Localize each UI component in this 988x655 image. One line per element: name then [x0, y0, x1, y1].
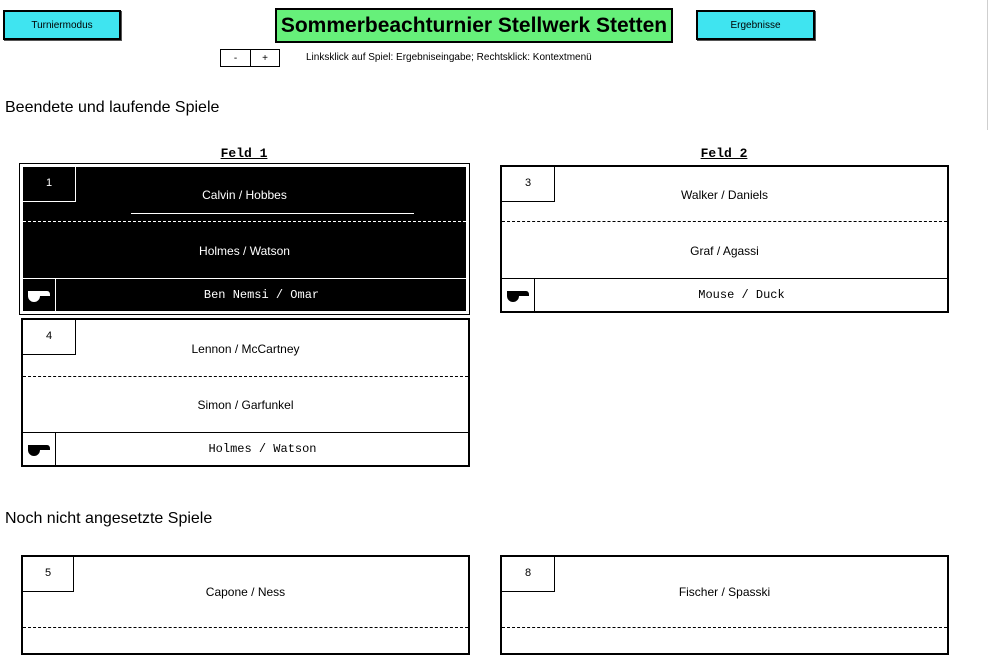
page-title: Sommerbeachturnier Stellwerk Stetten	[275, 8, 673, 43]
field-1-label: Feld 1	[220, 146, 268, 161]
referee-row: Ben Nemsi / Omar	[23, 278, 466, 311]
team-b: Simon / Garfunkel	[197, 398, 294, 412]
game-card-4[interactable]: 4 Lennon / McCartney Simon / Garfunkel H…	[21, 318, 470, 467]
turniermodus-button[interactable]: Turniermodus	[3, 10, 121, 40]
section-heading-running: Beendete und laufende Spiele	[5, 99, 220, 116]
team-divider	[23, 627, 468, 628]
referee-name: Mouse / Duck	[698, 288, 785, 302]
referee-row: Holmes / Watson	[23, 432, 468, 465]
referee-name: Ben Nemsi / Omar	[203, 288, 320, 302]
whistle-icon	[23, 433, 56, 465]
team-divider	[23, 221, 466, 222]
section-heading-pending: Noch nicht angesetzte Spiele	[5, 510, 213, 527]
team-b: Graf / Agassi	[690, 244, 759, 258]
game-card-1[interactable]: 1 Calvin / Hobbes Holmes / Watson Ben Ne…	[19, 163, 470, 315]
team-b: Holmes / Watson	[199, 244, 290, 258]
ergebnisse-button[interactable]: Ergebnisse	[696, 10, 815, 40]
team-a: Capone / Ness	[205, 585, 286, 599]
team-divider	[502, 627, 947, 628]
team-a: Lennon / McCartney	[191, 342, 300, 356]
active-underline	[131, 213, 414, 214]
zoom-in-button[interactable]: +	[250, 49, 280, 67]
game-card-3[interactable]: 3 Walker / Daniels Graf / Agassi Mouse /…	[500, 165, 949, 313]
field-2-label: Feld 2	[700, 146, 748, 161]
team-divider	[23, 376, 468, 377]
team-a: Calvin / Hobbes	[202, 188, 287, 202]
team-a: Fischer / Spasski	[678, 585, 771, 599]
whistle-icon	[502, 279, 535, 311]
team-a: Walker / Daniels	[681, 188, 768, 202]
usage-hint: Linksklick auf Spiel: Ergebniseingabe; R…	[306, 52, 592, 63]
referee-row: Mouse / Duck	[502, 278, 947, 311]
game-card-5[interactable]: 5 Capone / Ness	[21, 555, 470, 655]
game-card-8[interactable]: 8 Fischer / Spasski	[500, 555, 949, 655]
team-divider	[502, 221, 947, 222]
whistle-icon	[23, 279, 56, 311]
referee-name: Holmes / Watson	[208, 442, 317, 456]
zoom-out-button[interactable]: -	[220, 49, 251, 67]
